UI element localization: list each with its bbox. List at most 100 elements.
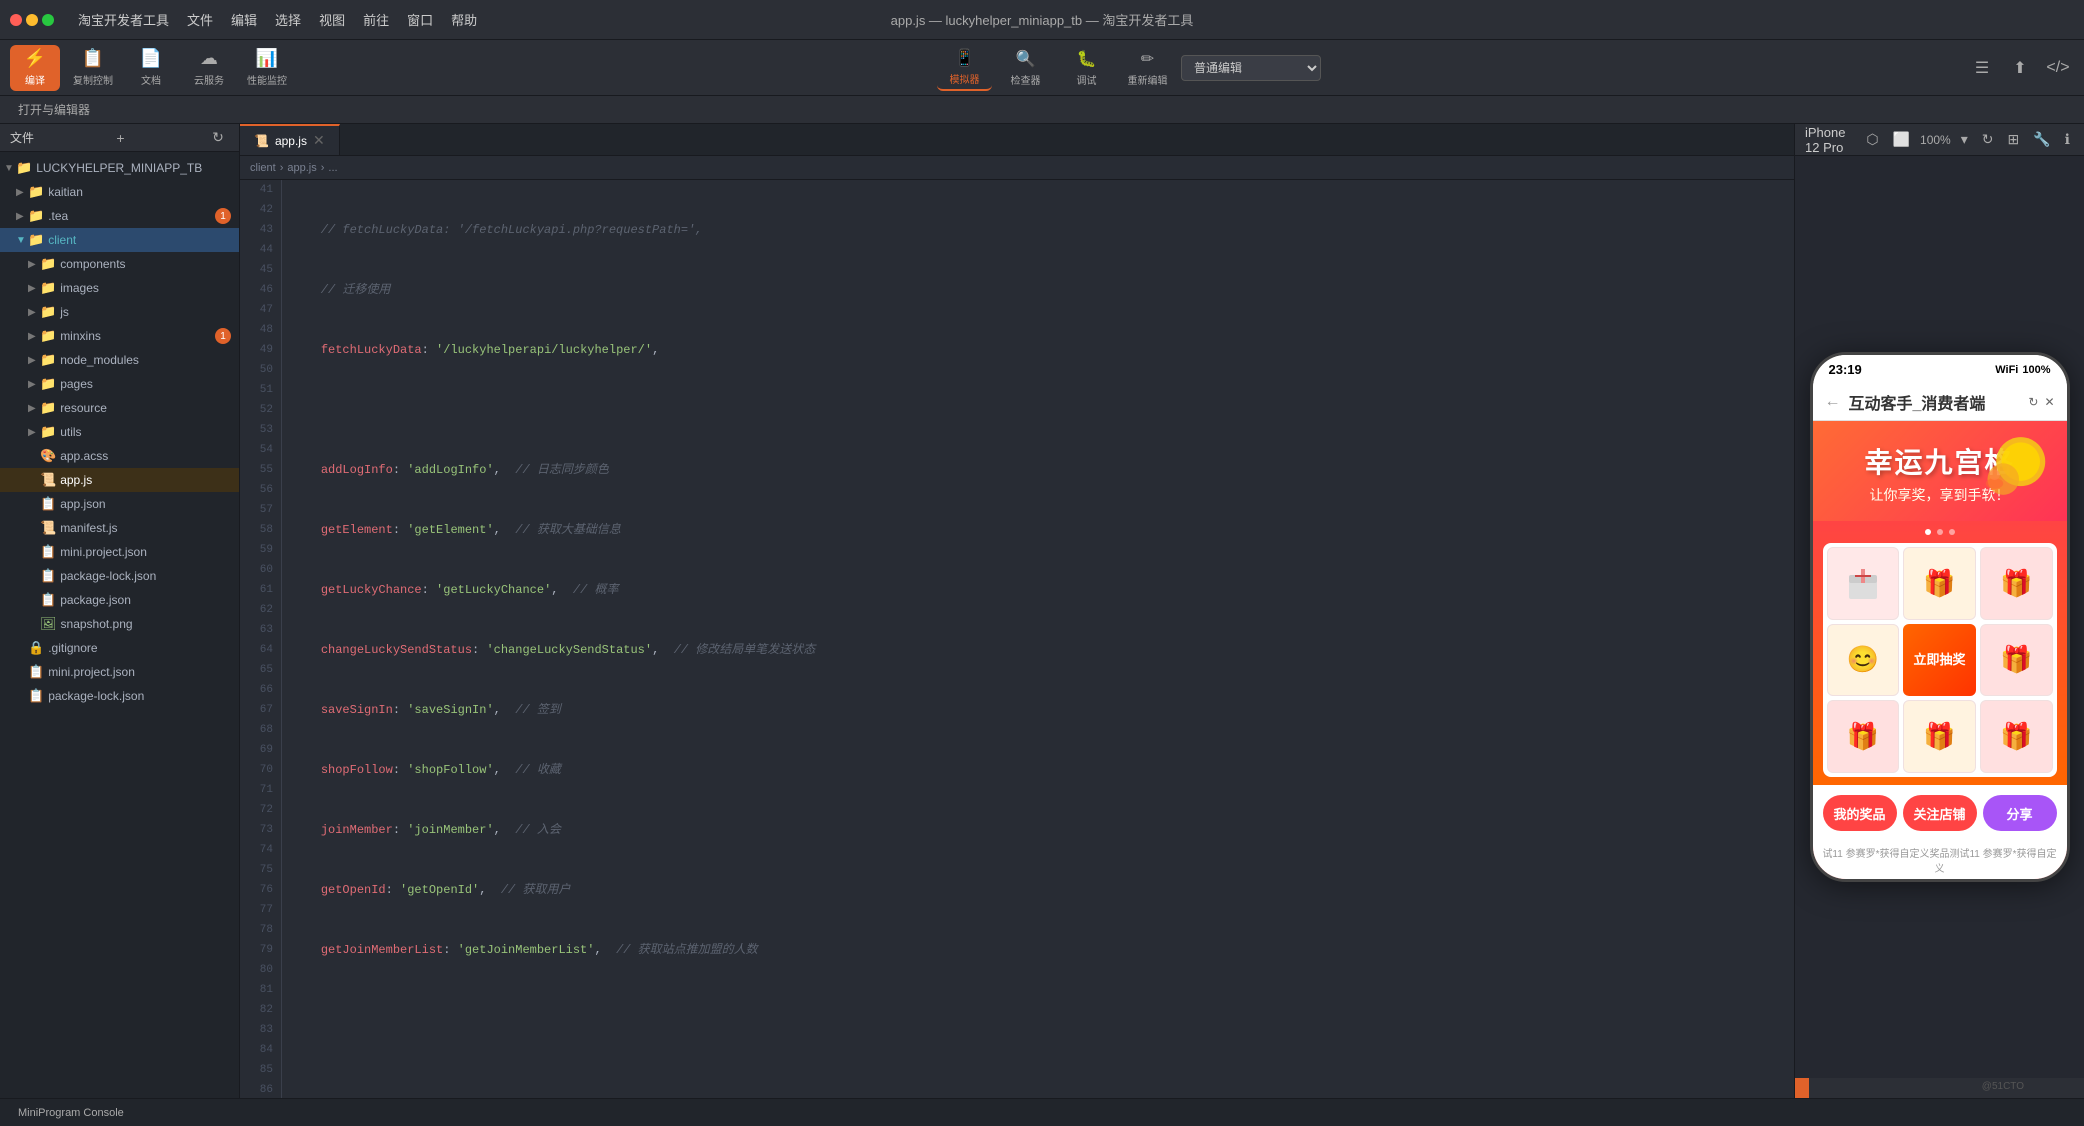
lucky-banner: 幸运九宫格 让你享奖，享到手软！ — [1813, 421, 2067, 521]
grid-cell-3[interactable]: 😊 — [1827, 624, 1900, 697]
menu-file[interactable]: 文件 — [179, 6, 221, 33]
toolbar-file-btn[interactable]: 📄 文档 — [126, 45, 176, 91]
menu-app[interactable]: 淘宝开发者工具 — [70, 6, 177, 33]
tree-components[interactable]: ▶ 📁 components — [0, 252, 239, 276]
tree-gitignore[interactable]: ▶ 🔒 .gitignore — [0, 636, 239, 660]
toolbar-perf-btn[interactable]: 📊 性能监控 — [242, 45, 292, 91]
tree-pkg-lock-root[interactable]: ▶ 📋 package-lock.json — [0, 684, 239, 708]
preview-info-btn[interactable]: ℹ — [2061, 129, 2074, 150]
tree-images[interactable]: ▶ 📁 images — [0, 276, 239, 300]
components-icon: 📁 — [40, 256, 56, 272]
tree-app-acss[interactable]: ▶ 🎨 app.acss — [0, 444, 239, 468]
maximize-button[interactable] — [42, 14, 54, 26]
tree-node-modules[interactable]: ▶ 📁 node_modules — [0, 348, 239, 372]
preview-devtools-btn[interactable]: 🔧 — [2029, 129, 2054, 150]
minimize-button[interactable] — [26, 14, 38, 26]
grid-cell-0[interactable] — [1827, 547, 1900, 620]
toolbar-cloud-btn[interactable]: ☁ 云服务 — [184, 45, 234, 91]
prize-btn[interactable]: 我的奖品 — [1823, 795, 1897, 831]
tree-app-json[interactable]: ▶ 📋 app.json — [0, 492, 239, 516]
mini-app-body: 幸运九宫格 让你享奖，享到手软！ — [1813, 421, 2067, 879]
grid-cell-5[interactable]: 🎁 — [1980, 624, 2053, 697]
toolbar-compile-btn[interactable]: ⚡ 编译 — [10, 45, 60, 91]
menu-window[interactable]: 窗口 — [399, 6, 441, 33]
tree-app-js[interactable]: ▶ 📜 app.js — [0, 468, 239, 492]
file-panel: 文件 + ↻ ▼ 📁 LUCKYHELPER_MINIAPP_TB ▶ 📁 ka… — [0, 124, 240, 1098]
toolbar-menu-btn[interactable]: ☰ — [1966, 52, 1998, 84]
grid-cell-6[interactable]: 🎁 — [1827, 700, 1900, 773]
preview-expand-btn[interactable]: ⬡ — [1862, 129, 1882, 150]
menu-select[interactable]: 选择 — [267, 6, 309, 33]
kaitian-label: kaitian — [48, 185, 83, 199]
menu-help[interactable]: 帮助 — [443, 6, 485, 33]
breadcrumb-more[interactable]: ... — [328, 162, 337, 174]
console-tab-miniprogram[interactable]: MiniProgram Console — [10, 1105, 132, 1121]
phone-footer-text: 试11 参赛罗*获得自定义奖品测试11 参赛罗*获得自定义 — [1813, 841, 2067, 879]
tree-pkg-json[interactable]: ▶ 📋 package.json — [0, 588, 239, 612]
tree-minxins[interactable]: ▶ 📁 minxins 1 — [0, 324, 239, 348]
share-btn[interactable]: 分享 — [1983, 795, 2057, 831]
grid-cell-center[interactable]: 立即抽奖 — [1903, 624, 1976, 697]
grid-cell-2[interactable]: 🎁 — [1980, 547, 2053, 620]
preview-grid-btn[interactable]: ⊞ — [2004, 129, 2024, 150]
grid-cell-8[interactable]: 🎁 — [1980, 700, 2053, 773]
grid-cell-7[interactable]: 🎁 — [1903, 700, 1976, 773]
toolbar-debug-btn[interactable]: 🐛 调试 — [1059, 45, 1114, 91]
preview-zoom-down-btn[interactable]: ▾ — [1957, 129, 1972, 150]
preview-refresh-btn[interactable]: ↻ — [1978, 129, 1998, 150]
file-icon: 📄 — [140, 48, 162, 69]
toolbar-reeditor-btn[interactable]: ✏ 重新编辑 — [1120, 45, 1175, 91]
resource-arrow: ▶ — [28, 403, 40, 414]
tree-resource[interactable]: ▶ 📁 resource — [0, 396, 239, 420]
open-editor-btn[interactable]: 打开与编辑器 — [10, 99, 98, 120]
grid-cell-1[interactable]: 🎁 — [1903, 547, 1976, 620]
breadcrumb-client[interactable]: client — [250, 162, 276, 174]
node-modules-label: node_modules — [60, 353, 139, 367]
phone-nav-refresh-btn[interactable]: ↻ — [2028, 395, 2038, 409]
file-panel-refresh-btn[interactable]: ↻ — [207, 127, 229, 149]
menu-goto[interactable]: 前往 — [355, 6, 397, 33]
editor-mode-select[interactable]: 普通编辑 代码模式 — [1181, 55, 1321, 81]
tree-js[interactable]: ▶ 📁 js — [0, 300, 239, 324]
phone-back-btn[interactable]: ← — [1825, 393, 1841, 411]
dot-2 — [1937, 529, 1943, 535]
toolbar-code-btn[interactable]: </> — [2042, 52, 2074, 84]
tree-tea[interactable]: ▶ 📁 .tea 1 — [0, 204, 239, 228]
phone-nav-close-btn[interactable]: ✕ — [2044, 395, 2054, 409]
toolbar-inspector-btn[interactable]: 🔍 检查器 — [998, 45, 1053, 91]
debug-icon: 🐛 — [1077, 49, 1097, 69]
pkg-json-label: package.json — [60, 593, 131, 607]
toolbar-copy-btn[interactable]: 📋 复制控制 — [68, 45, 118, 91]
tree-mini-project-root[interactable]: ▶ 📋 mini.project.json — [0, 660, 239, 684]
secondary-toolbar: 打开与编辑器 — [0, 96, 2084, 124]
code-content[interactable]: // fetchLuckyData: '/fetchLuckyapi.php?r… — [282, 180, 1794, 1098]
tree-client[interactable]: ▼ 📁 client — [0, 228, 239, 252]
tree-pages[interactable]: ▶ 📁 pages — [0, 372, 239, 396]
code-editor[interactable]: 41 42 43 44 45 46 47 48 49 50 51 52 53 5… — [240, 180, 1794, 1098]
tree-utils[interactable]: ▶ 📁 utils — [0, 420, 239, 444]
tree-manifest-js[interactable]: ▶ 📜 manifest.js — [0, 516, 239, 540]
bottom-console: MiniProgram Console @51CTO — [0, 1098, 2084, 1126]
tree-mini-project[interactable]: ▶ 📋 mini.project.json — [0, 540, 239, 564]
root-label: LUCKYHELPER_MINIAPP_TB — [36, 161, 202, 175]
tree-kaitian[interactable]: ▶ 📁 kaitian — [0, 180, 239, 204]
toolbar-simulator-btn[interactable]: 📱 模拟器 — [937, 45, 992, 91]
menu-edit[interactable]: 编辑 — [223, 6, 265, 33]
tab-close-btn[interactable]: ✕ — [313, 132, 325, 149]
file-tree: ▼ 📁 LUCKYHELPER_MINIAPP_TB ▶ 📁 kaitian ▶… — [0, 152, 239, 1098]
close-button[interactable] — [10, 14, 22, 26]
snapshot-icon: 🖼 — [40, 616, 57, 632]
preview-collapse-btn[interactable]: ⬜ — [1889, 129, 1914, 150]
editor-tab-app-js[interactable]: 📜 app.js ✕ — [240, 124, 340, 156]
breadcrumb-appjs[interactable]: app.js — [287, 162, 316, 174]
menu-view[interactable]: 视图 — [311, 6, 353, 33]
toolbar-upload-btn[interactable]: ⬆ — [2004, 52, 2036, 84]
menu-bar: 淘宝开发者工具 文件 编辑 选择 视图 前往 窗口 帮助 — [70, 6, 485, 33]
tree-root[interactable]: ▼ 📁 LUCKYHELPER_MINIAPP_TB — [0, 156, 239, 180]
follow-btn[interactable]: 关注店铺 — [1903, 795, 1977, 831]
phone-time: 23:19 — [1829, 362, 1862, 377]
client-label: client — [48, 233, 76, 247]
file-panel-add-btn[interactable]: + — [110, 127, 132, 149]
tree-snapshot[interactable]: ▶ 🖼 snapshot.png — [0, 612, 239, 636]
tree-pkg-lock[interactable]: ▶ 📋 package-lock.json — [0, 564, 239, 588]
